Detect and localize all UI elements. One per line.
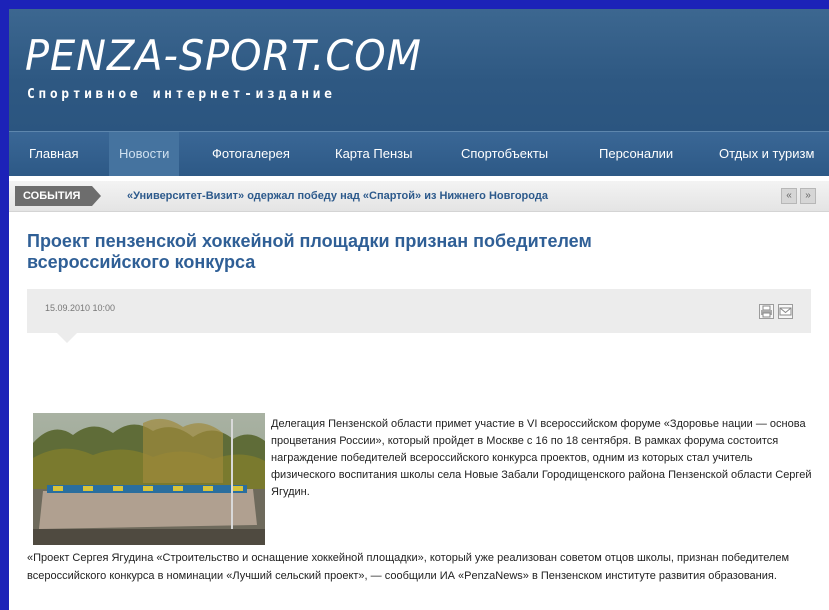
nav-item-tourism[interactable]: Отдых и туризм [719,132,814,176]
article-photo [33,413,265,545]
site-logo-title[interactable]: PENZA-SPORT.COM [25,31,422,80]
ticker-headline-link[interactable]: «Университет-Визит» одержал победу над «… [127,186,548,206]
article-title: Проект пензенской хоккейной площадки при… [27,231,592,272]
nav-item-gallery[interactable]: Фотогалерея [212,132,290,176]
print-icon[interactable] [759,304,774,319]
nav-item-home[interactable]: Главная [29,132,78,176]
main-nav: Главная Новости Фотогалерея Карта Пензы … [9,131,829,176]
article-intro: Делегация Пензенской области примет учас… [271,418,812,498]
meta-bar-pointer [57,333,77,343]
email-icon[interactable] [778,304,793,319]
article-body: «Проект Сергея Ягудина «Строительство и … [27,552,790,582]
news-ticker: СОБЫТИЯ «Университет-Визит» одержал побе… [9,181,829,212]
nav-item-sport-facilities[interactable]: Спортобъекты [461,132,548,176]
ticker-prev-button[interactable]: « [781,188,797,204]
article-meta-bar: 15.09.2010 10:00 [27,289,811,333]
site-header: PENZA-SPORT.COM Спортивное интернет-изда… [9,9,829,131]
nav-item-persons[interactable]: Персоналии [599,132,673,176]
ticker-label: СОБЫТИЯ [15,186,102,206]
nav-item-news[interactable]: Новости [109,132,180,176]
web-page: PENZA-SPORT.COM Спортивное интернет-изда… [9,9,829,610]
site-logo-subtitle: Спортивное интернет-издание [27,87,336,102]
nav-item-map[interactable]: Карта Пензы [335,132,412,176]
article-date: 15.09.2010 10:00 [45,303,116,313]
ticker-next-button[interactable]: » [800,188,816,204]
